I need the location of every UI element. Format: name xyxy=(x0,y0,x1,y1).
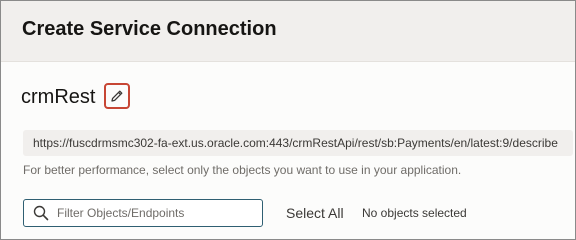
connection-name: crmRest xyxy=(21,86,96,108)
create-service-connection-dialog: Create Service Connection crmRest https:… xyxy=(0,0,576,240)
service-url-field: https://fuscdrmsmc302-fa-ext.us.oracle.c… xyxy=(23,130,573,156)
filter-search-box[interactable] xyxy=(23,199,263,227)
edit-connection-name-button[interactable] xyxy=(104,83,130,109)
dialog-title: Create Service Connection xyxy=(22,18,277,40)
pencil-icon xyxy=(111,90,123,102)
filter-objects-input[interactable] xyxy=(57,203,257,223)
dialog-header: Create Service Connection xyxy=(1,1,575,62)
search-icon xyxy=(33,205,49,221)
selection-status: No objects selected xyxy=(362,206,467,220)
performance-hint: For better performance, select only the … xyxy=(23,163,462,177)
select-all-button[interactable]: Select All xyxy=(286,205,344,221)
service-url: https://fuscdrmsmc302-fa-ext.us.oracle.c… xyxy=(33,136,558,150)
